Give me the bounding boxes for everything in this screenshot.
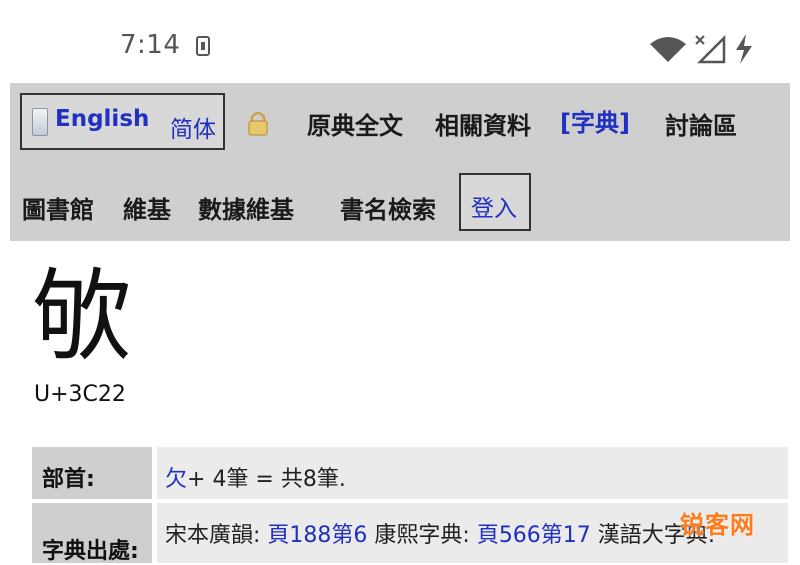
kangxi-label: 康熙字典: xyxy=(367,523,477,548)
status-time: 7:14 xyxy=(120,30,181,60)
login-label: 登入 xyxy=(471,196,517,222)
radical-link[interactable]: 欠 xyxy=(165,467,187,492)
language-icon xyxy=(32,108,48,136)
site-nav: English 简体 原典全文 相關資料 [字典] 討論區 圖書館 維基 數據維… xyxy=(10,83,790,241)
unicode-codepoint: U+3C22 xyxy=(34,382,126,407)
nav-dictionary[interactable]: [字典] xyxy=(560,103,630,138)
nav-original-texts[interactable]: 原典全文 xyxy=(307,106,403,141)
nav-title-search[interactable]: 書名檢索 xyxy=(340,190,436,225)
songben-guangyun-label: 宋本廣韻: xyxy=(165,523,268,548)
sources-header: 字典出處: xyxy=(32,503,152,564)
status-bar: 7:14 xyxy=(0,0,800,80)
lock-icon[interactable] xyxy=(247,110,269,136)
radical-header: 部首: xyxy=(32,447,152,499)
nav-discussion[interactable]: 討論區 xyxy=(665,106,737,141)
login-button[interactable]: 登入 xyxy=(459,173,531,231)
kangxi-page-link[interactable]: 頁566第17 xyxy=(477,523,591,548)
nav-data-wiki[interactable]: 數據維基 xyxy=(198,190,294,225)
radical-cell: 欠+ 4筆 = 共8筆. xyxy=(157,447,788,499)
wifi-icon xyxy=(650,37,686,62)
language-switcher: English 简体 xyxy=(20,93,225,150)
nav-wiki[interactable]: 維基 xyxy=(123,190,171,225)
english-link[interactable]: English xyxy=(55,106,149,132)
sources-label: 字典出處: xyxy=(42,539,139,564)
table-row-sources: 字典出處: 宋本廣韻: 頁188第6 康熙字典: 頁566第17 漢語大字典: xyxy=(32,503,788,564)
notification-icon xyxy=(196,36,210,56)
table-row-radical: 部首: 欠+ 4筆 = 共8筆. xyxy=(32,447,788,499)
no-signal-icon xyxy=(695,34,726,64)
stroke-count-text: + 4筆 = 共8筆. xyxy=(187,467,346,492)
character-glyph: 欨 xyxy=(32,258,132,375)
nav-library[interactable]: 圖書館 xyxy=(22,190,94,225)
radical-label: 部首: xyxy=(42,467,95,492)
charging-icon xyxy=(736,34,752,64)
simplified-chinese-link[interactable]: 简体 xyxy=(170,110,216,144)
watermark: 锐客网 xyxy=(680,511,755,539)
status-icons xyxy=(650,28,760,68)
songben-guangyun-page-link[interactable]: 頁188第6 xyxy=(267,523,367,548)
nav-related-resources[interactable]: 相關資料 xyxy=(435,106,531,141)
